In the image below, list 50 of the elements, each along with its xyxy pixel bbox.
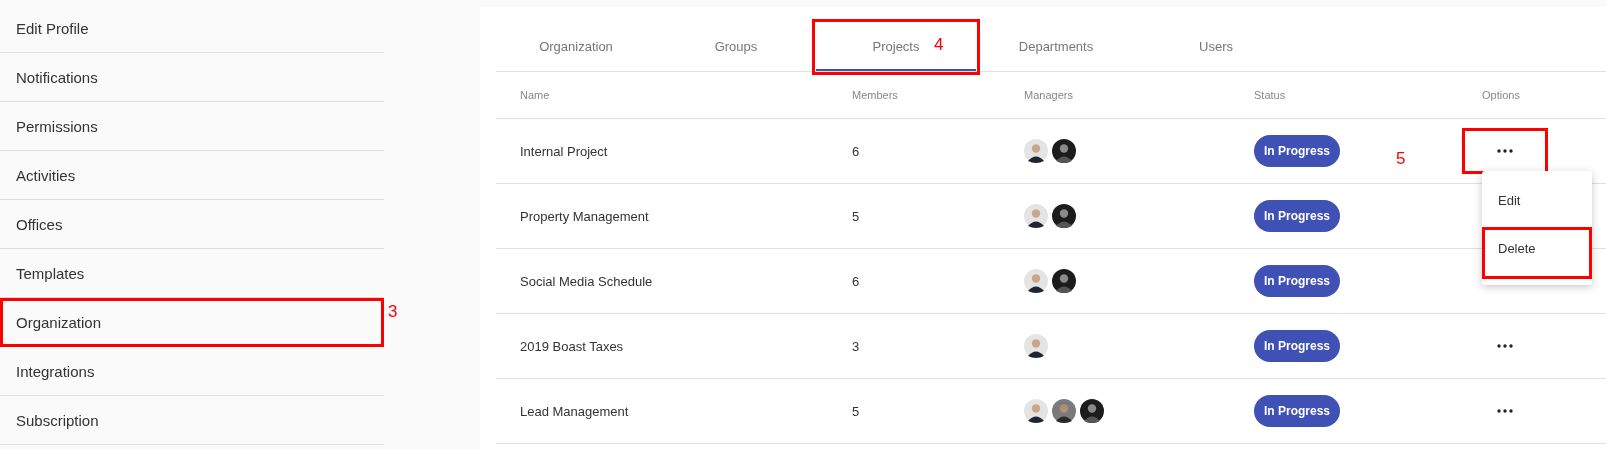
sidebar-item[interactable]: Edit Profile <box>0 4 384 53</box>
tab[interactable]: Users <box>1136 23 1296 71</box>
status-badge: In Progress <box>1254 330 1341 362</box>
menu-item[interactable]: Delete <box>1482 227 1592 279</box>
status-badge: In Progress <box>1254 135 1341 167</box>
avatar <box>1024 204 1048 228</box>
table-cell-text: 3 <box>852 338 861 354</box>
avatar <box>1052 139 1076 163</box>
callout-number: 3 <box>388 302 398 322</box>
column-header: Name <box>519 89 551 101</box>
column-header: Members <box>852 89 899 101</box>
status-badge: In Progress <box>1254 395 1341 427</box>
callout-number: 4 <box>934 35 944 55</box>
column-header: Managers <box>1024 89 1074 101</box>
avatar <box>1080 399 1104 423</box>
table-cell-text: 6 <box>852 143 861 159</box>
table-cell-text: 5 <box>852 208 861 224</box>
table-cell-text: Lead Management <box>519 403 630 419</box>
status-badge: In Progress <box>1254 265 1341 297</box>
column-header: Options <box>1481 89 1521 101</box>
table-cell-text: 6 <box>852 273 861 289</box>
avatar <box>1024 139 1048 163</box>
avatar <box>1052 269 1076 293</box>
tab[interactable]: Organization <box>496 23 656 71</box>
column-header: Status <box>1254 89 1287 101</box>
more-icon <box>1497 409 1513 413</box>
avatar <box>1024 334 1048 358</box>
tab[interactable]: Departments <box>976 23 1136 71</box>
avatar <box>1024 269 1048 293</box>
tab[interactable]: Groups <box>656 23 816 71</box>
menu-item[interactable]: Edit <box>1482 179 1592 227</box>
sidebar-item[interactable]: Permissions <box>0 102 384 151</box>
table-cell-text: Property Management <box>519 208 650 224</box>
sidebar-item[interactable]: Offices <box>0 200 384 249</box>
status-badge: In Progress <box>1254 200 1341 232</box>
avatar <box>1052 399 1076 423</box>
sidebar-item[interactable]: Activities <box>0 151 384 200</box>
table-cell-text: 5 <box>852 403 861 419</box>
callout-number: 5 <box>1396 149 1406 169</box>
sidebar-item[interactable]: Templates <box>0 249 384 298</box>
sidebar-item[interactable]: Integrations <box>0 347 384 396</box>
sidebar-item[interactable]: Subscription <box>0 396 384 445</box>
table-cell-text: 2019 Boast Taxes <box>519 338 625 354</box>
more-icon <box>1497 149 1513 153</box>
avatar <box>1052 204 1076 228</box>
table-cell-text: Internal Project <box>519 143 609 159</box>
sidebar-item[interactable]: Notifications <box>0 53 384 102</box>
more-icon <box>1497 344 1513 348</box>
avatar <box>1024 399 1048 423</box>
table-cell-text: Social Media Schedule <box>519 273 654 289</box>
